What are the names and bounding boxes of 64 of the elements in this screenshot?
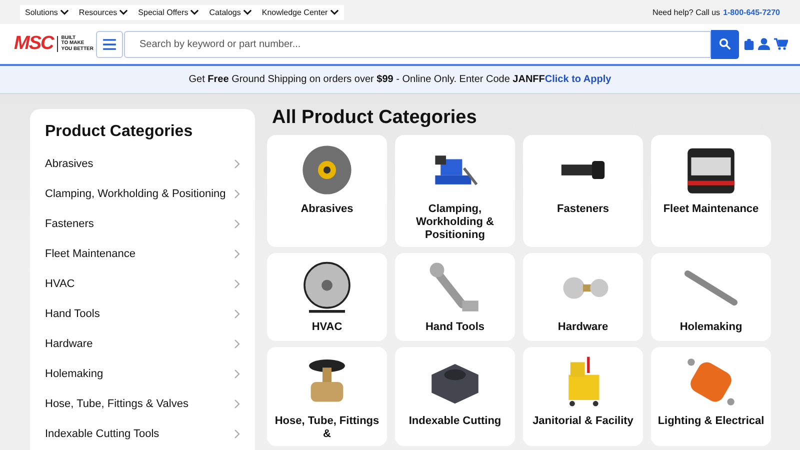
chevron-down-icon (330, 9, 339, 15)
category-card[interactable]: Janitorial & Facility (523, 347, 643, 446)
chevron-right-icon (234, 189, 240, 199)
phone-link[interactable]: 1-800-645-7270 (723, 8, 780, 16)
clipboard-icon[interactable] (744, 38, 754, 50)
search-button[interactable] (711, 30, 739, 58)
category-card[interactable]: Fleet Maintenance (651, 135, 771, 247)
chevron-right-icon (234, 279, 240, 289)
category-name: Hardware (558, 321, 608, 334)
category-name: Hose, Tube, Fittings & (274, 415, 380, 441)
chevron-right-icon (234, 399, 240, 409)
menu-icon (103, 38, 116, 50)
chevron-down-icon (190, 9, 200, 15)
chevron-right-icon (234, 429, 240, 439)
category-name: Janitorial & Facility (532, 415, 634, 428)
chevron-down-icon (119, 9, 128, 15)
category-link[interactable]: Hand Tools (45, 299, 240, 329)
category-card[interactable]: Abrasives (267, 135, 387, 247)
category-link[interactable]: Fasteners (45, 209, 240, 239)
category-link[interactable]: Holemaking (45, 359, 240, 389)
category-card[interactable]: Clamping, Workholding & Positioning (395, 135, 515, 247)
chevron-right-icon (234, 369, 240, 379)
chevron-down-icon (60, 9, 69, 15)
category-link[interactable]: HVAC (45, 269, 240, 299)
category-card[interactable]: Lighting & Electrical (651, 347, 771, 446)
category-card[interactable]: Fasteners (523, 135, 643, 247)
help-text: Need help? Call us (652, 8, 720, 16)
chevron-down-icon (242, 9, 252, 15)
promo-text: Get Free Ground Shipping on orders over $99 - Online Only. Enter Code JANFF (188, 74, 545, 85)
category-name: Holemaking (680, 321, 742, 334)
category-name: Clamping, Workholding & Positioning (414, 203, 495, 242)
category-name: Abrasives (300, 203, 354, 216)
category-link[interactable]: Indexable Cutting Tools (45, 419, 240, 449)
category-name: Indexable Cutting (408, 415, 502, 428)
category-card[interactable]: Hand Tools (395, 253, 515, 341)
category-name: Fleet Maintenance (663, 203, 759, 216)
category-name: Fasteners (557, 203, 609, 216)
category-link[interactable]: Hardware (45, 329, 240, 359)
user-icon[interactable] (758, 38, 770, 50)
chevron-right-icon (234, 309, 240, 319)
grinding-wheel-drawing (300, 143, 354, 197)
category-link[interactable]: Hose, Tube, Fittings & Valves (45, 389, 240, 419)
cart-icon[interactable] (774, 38, 788, 50)
category-card[interactable]: HVAC (267, 253, 387, 341)
promo-link[interactable]: Click to Apply (544, 74, 612, 85)
search-field[interactable]: Search by keyword or part number... (124, 30, 711, 58)
category-card[interactable]: Hose, Tube, Fittings & (267, 347, 387, 446)
category-name: Lighting & Electrical (658, 415, 764, 428)
category-link[interactable]: Clamping, Workholding & Positioning (45, 179, 240, 209)
logo-mark[interactable]: MSC (14, 33, 54, 55)
chevron-right-icon (234, 339, 240, 349)
category-link[interactable]: Abrasives (45, 149, 240, 179)
category-card[interactable]: Hardware (523, 253, 643, 341)
category-name: Hand Tools (425, 321, 485, 334)
chevron-right-icon (234, 249, 240, 259)
chevron-right-icon (234, 219, 240, 229)
page-title: All Product Categories (272, 107, 478, 129)
category-card[interactable]: Indexable Cutting (395, 347, 515, 446)
category-link[interactable]: Fleet Maintenance (45, 239, 240, 269)
search-icon (719, 38, 731, 50)
category-name: HVAC (312, 321, 342, 334)
chevron-right-icon (234, 159, 240, 169)
menu-button[interactable] (96, 30, 124, 58)
sidebar-title: Product Categories (45, 123, 194, 141)
